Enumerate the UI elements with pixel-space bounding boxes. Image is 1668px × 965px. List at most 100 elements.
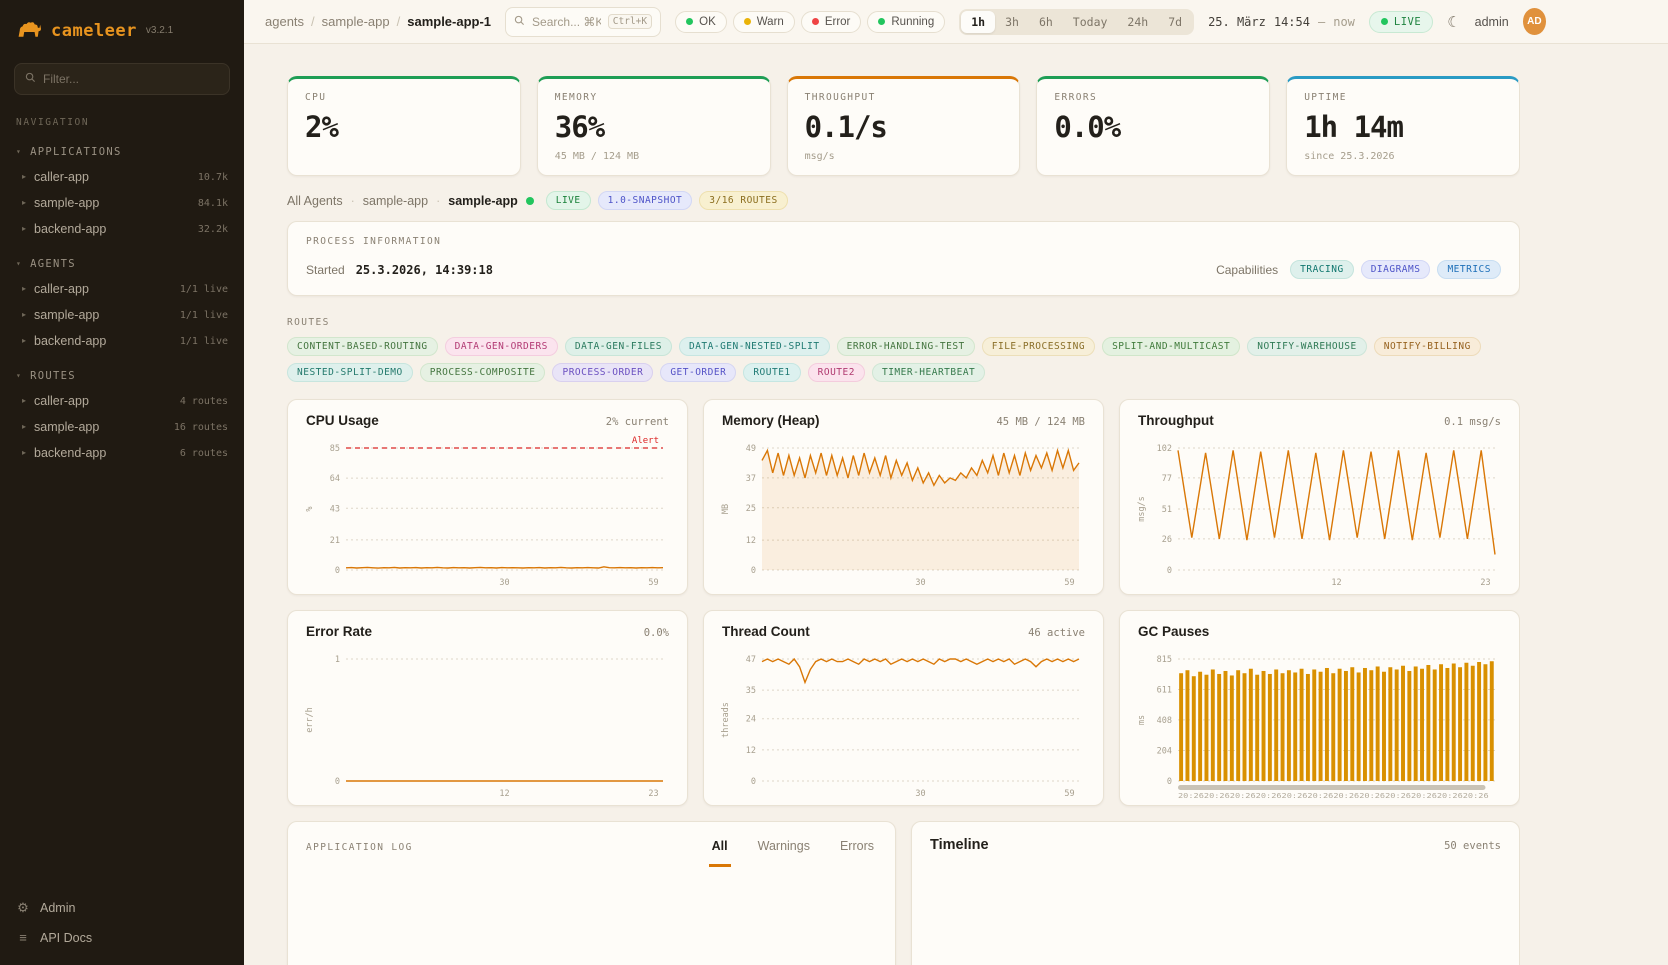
route-chip[interactable]: DATA-GEN-NESTED-SPLIT <box>679 337 830 356</box>
chart-plot: 0204408611815ms20:2620:2620:2620:2620:26… <box>1134 643 1505 801</box>
chevron-right-icon: ▸ <box>22 423 26 431</box>
route-chip[interactable]: ROUTE2 <box>808 363 865 382</box>
sidebar-item-badge: 32.2k <box>198 224 228 235</box>
range-end-now[interactable]: now <box>1333 15 1355 29</box>
stat-value: 36% <box>555 110 753 144</box>
svg-text:59: 59 <box>648 578 658 588</box>
time-range-display[interactable]: 25. März 14:54 — now <box>1208 15 1355 29</box>
stat-card: CPU 2% <box>287 76 521 176</box>
chevron-down-icon: ▾ <box>16 260 22 268</box>
sidebar-section-title: AGENTS <box>30 258 76 270</box>
route-chip[interactable]: GET-ORDER <box>660 363 736 382</box>
svg-text:77: 77 <box>1162 474 1172 484</box>
status-filter-label: OK <box>699 16 716 28</box>
time-range-option[interactable]: 1h <box>961 11 995 33</box>
status-filter-chip[interactable]: OK <box>675 11 727 33</box>
svg-text:12: 12 <box>746 536 756 546</box>
svg-text:30: 30 <box>915 789 925 799</box>
stat-sub <box>1054 151 1252 163</box>
chart-meta: 0.0% <box>644 627 669 639</box>
chart-title: CPU Usage <box>306 413 379 428</box>
time-range-option[interactable]: 24h <box>1117 11 1158 33</box>
live-toggle[interactable]: LIVE <box>1369 11 1433 33</box>
time-range-option[interactable]: Today <box>1063 11 1118 33</box>
docs-icon: ≡ <box>16 930 30 945</box>
sidebar-item[interactable]: ▸ backend-app 32.2k <box>0 216 244 242</box>
user-name[interactable]: admin <box>1475 15 1509 29</box>
sidebar-item[interactable]: ▸ sample-app 16 routes <box>0 414 244 440</box>
status-filter-label: Warn <box>757 16 784 28</box>
time-range-option[interactable]: 6h <box>1029 11 1063 33</box>
time-range-option[interactable]: 3h <box>995 11 1029 33</box>
sidebar-item[interactable]: ▸ caller-app 1/1 live <box>0 276 244 302</box>
route-chip[interactable]: PROCESS-COMPOSITE <box>420 363 546 382</box>
time-range-option[interactable]: 7d <box>1158 11 1192 33</box>
agent-badge: 3/16 ROUTES <box>699 191 787 210</box>
chart-card: Thread Count 46 active 012243547threads3… <box>703 610 1104 806</box>
svg-text:30: 30 <box>915 578 925 588</box>
sidebar-filter-input[interactable] <box>43 72 219 86</box>
sidebar-item[interactable]: ▸ caller-app 10.7k <box>0 164 244 190</box>
global-search: Ctrl+K <box>505 7 661 37</box>
chevron-right-icon: ▸ <box>22 397 26 405</box>
route-chip[interactable]: SPLIT-AND-MULTICAST <box>1102 337 1240 356</box>
chart-title: Error Rate <box>306 624 372 639</box>
log-tab[interactable]: Warnings <box>755 839 813 867</box>
agent-crumb-link[interactable]: All Agents <box>287 194 343 208</box>
svg-text:threads: threads <box>721 702 731 738</box>
sidebar-item-badge: 16 routes <box>174 422 228 433</box>
status-filter-chip[interactable]: Running <box>867 11 945 33</box>
agent-breadcrumb-row: All Agents · sample-app · sample-app LIV… <box>287 191 1520 210</box>
route-chip[interactable]: NOTIFY-BILLING <box>1374 337 1481 356</box>
chart-plot: 0265177102msg/s1223 <box>1134 432 1505 590</box>
log-tab[interactable]: Errors <box>837 839 877 867</box>
sidebar-section-title: APPLICATIONS <box>30 146 121 158</box>
api-docs-link[interactable]: ≡ API Docs <box>16 930 228 945</box>
search-shortcut-kbd: Ctrl+K <box>608 14 652 29</box>
route-chip[interactable]: ERROR-HANDLING-TEST <box>837 337 975 356</box>
sidebar-item[interactable]: ▸ backend-app 1/1 live <box>0 328 244 354</box>
sidebar-section-header[interactable]: ▾ ROUTES <box>0 366 244 388</box>
application-log-title: APPLICATION LOG <box>306 842 413 867</box>
route-chip[interactable]: FILE-PROCESSING <box>982 337 1095 356</box>
sidebar-item-label: caller-app <box>34 282 89 296</box>
route-chip[interactable]: CONTENT-BASED-ROUTING <box>287 337 438 356</box>
chevron-right-icon: ▸ <box>22 285 26 293</box>
route-chip[interactable]: TIMER-HEARTBEAT <box>872 363 985 382</box>
breadcrumb-separator: / <box>397 14 401 29</box>
route-chip[interactable]: NESTED-SPLIT-DEMO <box>287 363 413 382</box>
sidebar-item[interactable]: ▸ sample-app 1/1 live <box>0 302 244 328</box>
agent-crumb-link[interactable]: sample-app <box>363 194 428 208</box>
chart-card: CPU Usage 2% current 021436485%3059Alert <box>287 399 688 595</box>
chevron-right-icon: ▸ <box>22 449 26 457</box>
sidebar-section-header[interactable]: ▾ APPLICATIONS <box>0 142 244 164</box>
svg-text:59: 59 <box>1064 578 1074 588</box>
sidebar-item[interactable]: ▸ sample-app 84.1k <box>0 190 244 216</box>
route-chip[interactable]: DATA-GEN-FILES <box>565 337 672 356</box>
status-filter-chip[interactable]: Error <box>801 11 862 33</box>
live-dot-icon <box>1381 18 1388 25</box>
avatar[interactable]: AD <box>1523 8 1546 35</box>
breadcrumb-link[interactable]: agents <box>265 14 304 29</box>
breadcrumb-link[interactable]: sample-app <box>322 14 390 29</box>
range-separator: — <box>1318 15 1325 29</box>
sidebar-item[interactable]: ▸ backend-app 6 routes <box>0 440 244 466</box>
route-chip[interactable]: DATA-GEN-ORDERS <box>445 337 558 356</box>
app-logo[interactable]: cameleer v3.2.1 <box>0 0 244 57</box>
log-tab[interactable]: All <box>709 839 731 867</box>
sidebar-item-badge: 1/1 live <box>180 336 228 347</box>
sidebar-section-header[interactable]: ▾ AGENTS <box>0 254 244 276</box>
route-chip[interactable]: ROUTE1 <box>743 363 800 382</box>
svg-text:0: 0 <box>751 566 756 576</box>
route-chip[interactable]: PROCESS-ORDER <box>552 363 653 382</box>
route-chip[interactable]: NOTIFY-WAREHOUSE <box>1247 337 1367 356</box>
svg-text:12: 12 <box>746 746 756 756</box>
status-filter-chip[interactable]: Warn <box>733 11 795 33</box>
sidebar-item-badge: 1/1 live <box>180 284 228 295</box>
date-label: 25. März <box>1208 15 1266 29</box>
search-input[interactable] <box>532 15 601 29</box>
svg-text:47: 47 <box>746 655 756 665</box>
sidebar-item[interactable]: ▸ caller-app 4 routes <box>0 388 244 414</box>
admin-link[interactable]: ⚙ Admin <box>16 900 228 916</box>
dark-mode-toggle-icon[interactable]: ☾ <box>1447 13 1460 31</box>
